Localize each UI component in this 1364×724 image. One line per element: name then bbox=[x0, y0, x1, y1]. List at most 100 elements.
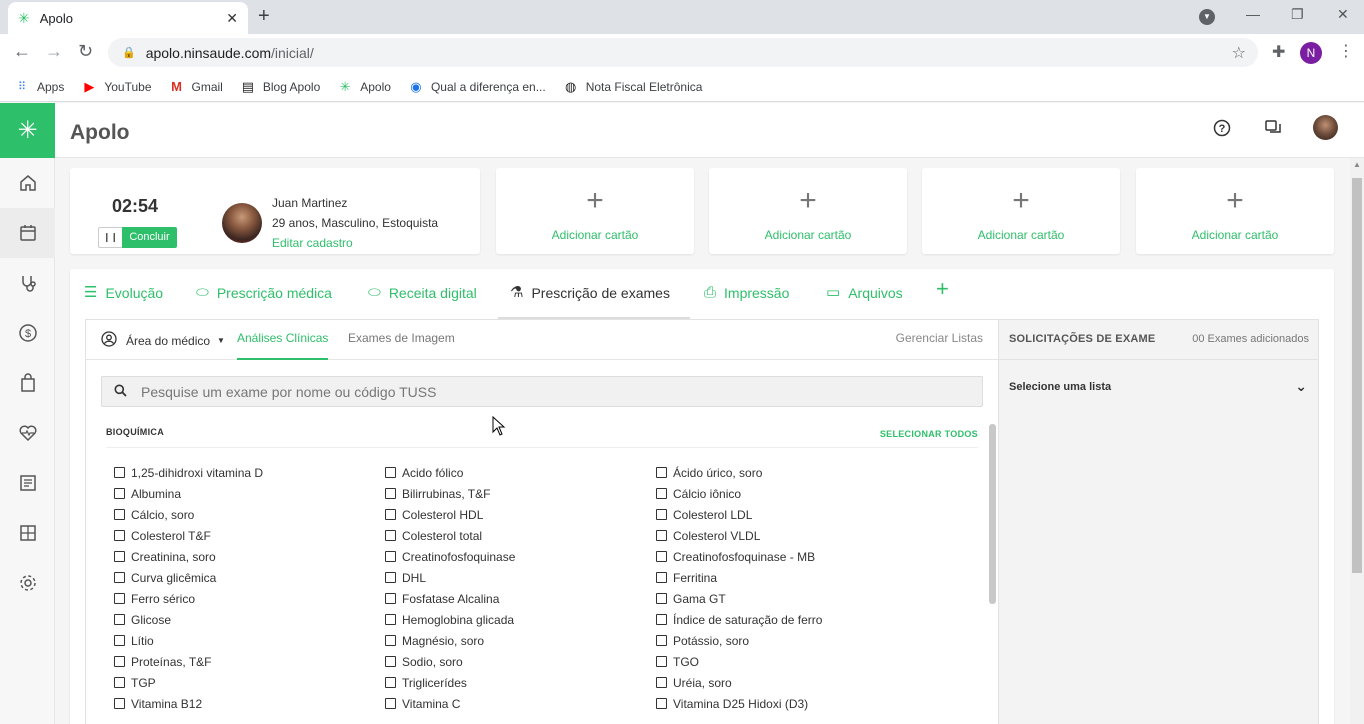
exam-checkbox-item[interactable]: Curva glicêmica bbox=[114, 567, 263, 588]
add-card-button[interactable]: + Adicionar cartão bbox=[1136, 168, 1334, 254]
checkbox[interactable] bbox=[385, 698, 396, 709]
checkbox[interactable] bbox=[114, 614, 125, 625]
exam-checkbox-item[interactable]: Triglicerídes bbox=[385, 672, 515, 693]
exam-list-scrollbar[interactable] bbox=[989, 424, 996, 604]
exam-checkbox-item[interactable]: Uréia, soro bbox=[656, 672, 822, 693]
tab-analises-clinicas[interactable]: Análises Clínicas bbox=[237, 331, 329, 360]
exam-checkbox-item[interactable]: Lítio bbox=[114, 630, 263, 651]
app-logo-icon[interactable]: ✳ bbox=[0, 103, 55, 158]
tab-evolucao[interactable]: ☰ Evolução bbox=[84, 284, 163, 319]
sidebar-item-settings[interactable] bbox=[0, 558, 55, 608]
exam-checkbox-item[interactable]: Fosfatase Alcalina bbox=[385, 588, 515, 609]
select-all-button[interactable]: SELECIONAR TODOS bbox=[880, 429, 978, 439]
tab-impressao[interactable]: ⎙ Impressão bbox=[704, 284, 789, 319]
checkbox[interactable] bbox=[656, 572, 667, 583]
exam-checkbox-item[interactable]: Proteínas, T&F bbox=[114, 651, 263, 672]
exam-checkbox-item[interactable]: Sodio, soro bbox=[385, 651, 515, 672]
sidebar-item-stock[interactable] bbox=[0, 358, 55, 408]
bookmark-star-icon[interactable]: ☆ bbox=[1232, 43, 1246, 63]
browser-menu-icon[interactable]: ⋮ bbox=[1338, 41, 1354, 61]
tab-exames-imagem[interactable]: Exames de Imagem bbox=[348, 331, 455, 360]
tab-prescricao-medica[interactable]: ⬭ Prescrição médica bbox=[196, 284, 332, 319]
exam-checkbox-item[interactable]: DHL bbox=[385, 567, 515, 588]
checkbox[interactable] bbox=[114, 677, 125, 688]
extensions-icon[interactable]: ✚ bbox=[1272, 42, 1285, 62]
exam-checkbox-item[interactable]: Hemoglobina glicada bbox=[385, 609, 515, 630]
bookmark-gmail[interactable]: M Gmail bbox=[169, 79, 223, 94]
tab-search-icon[interactable]: ▼ bbox=[1199, 9, 1215, 25]
bookmark-apolo[interactable]: ✳ Apolo bbox=[337, 79, 391, 95]
sidebar-item-agenda[interactable] bbox=[0, 208, 55, 258]
tab-arquivos[interactable]: ▭ Arquivos bbox=[826, 284, 903, 319]
checkbox[interactable] bbox=[385, 677, 396, 688]
bookmark-apps[interactable]: ⠿ Apps bbox=[14, 80, 64, 94]
checkbox[interactable] bbox=[385, 467, 396, 478]
checkbox[interactable] bbox=[656, 593, 667, 604]
exam-search-input[interactable] bbox=[141, 383, 961, 400]
bookmark-blog-apolo[interactable]: ▤ Blog Apolo bbox=[240, 79, 321, 95]
sidebar-item-dashboard[interactable] bbox=[0, 508, 55, 558]
back-icon[interactable]: ← bbox=[13, 41, 31, 62]
address-bar[interactable]: 🔒 apolo.ninsaude.com/inicial/ ☆ bbox=[108, 38, 1258, 67]
restore-icon[interactable]: ❐ bbox=[1291, 6, 1304, 23]
checkbox[interactable] bbox=[385, 614, 396, 625]
forward-icon[interactable]: → bbox=[45, 41, 63, 62]
exam-checkbox-item[interactable]: Creatinofosfoquinase bbox=[385, 546, 515, 567]
exam-checkbox-item[interactable]: Creatinina, soro bbox=[114, 546, 263, 567]
exam-checkbox-item[interactable]: Gama GT bbox=[656, 588, 822, 609]
tab-close-icon[interactable]: ✕ bbox=[226, 10, 238, 27]
exam-checkbox-item[interactable]: Cálcio, soro bbox=[114, 504, 263, 525]
area-select[interactable]: Área do médico ▼ bbox=[101, 331, 225, 350]
bookmark-nota-fiscal[interactable]: ◍ Nota Fiscal Eletrônica bbox=[563, 79, 702, 95]
add-tab-button[interactable]: + bbox=[936, 278, 957, 315]
sidebar-item-reports[interactable] bbox=[0, 458, 55, 508]
help-icon[interactable]: ? bbox=[1213, 119, 1231, 142]
add-card-button[interactable]: + Adicionar cartão bbox=[709, 168, 907, 254]
checkbox[interactable] bbox=[656, 677, 667, 688]
exam-checkbox-item[interactable]: Colesterol T&F bbox=[114, 525, 263, 546]
exam-checkbox-item[interactable]: Vitamina D25 Hidoxi (D3) bbox=[656, 693, 822, 714]
checkbox[interactable] bbox=[385, 572, 396, 583]
checkbox[interactable] bbox=[385, 635, 396, 646]
checkbox[interactable] bbox=[114, 635, 125, 646]
page-scrollbar[interactable]: ▲ bbox=[1350, 158, 1364, 724]
checkbox[interactable] bbox=[656, 635, 667, 646]
manage-lists-link[interactable]: Gerenciar Listas bbox=[896, 331, 983, 345]
exam-checkbox-item[interactable]: 1,25-dihidroxi vitamina D bbox=[114, 462, 263, 483]
close-window-icon[interactable]: ✕ bbox=[1337, 6, 1349, 23]
exam-checkbox-item[interactable]: Cálcio iônico bbox=[656, 483, 822, 504]
checkbox[interactable] bbox=[114, 698, 125, 709]
exam-checkbox-item[interactable]: Magnésio, soro bbox=[385, 630, 515, 651]
exam-checkbox-item[interactable]: Creatinofosfoquinase - MB bbox=[656, 546, 822, 567]
exam-checkbox-item[interactable]: Ferritina bbox=[656, 567, 822, 588]
sidebar-item-home[interactable] bbox=[0, 158, 55, 208]
exam-search[interactable] bbox=[101, 376, 983, 407]
checkbox[interactable] bbox=[114, 509, 125, 520]
checkbox[interactable] bbox=[656, 698, 667, 709]
chat-icon[interactable] bbox=[1264, 119, 1282, 142]
checkbox[interactable] bbox=[114, 656, 125, 667]
profile-avatar[interactable]: N bbox=[1300, 42, 1322, 64]
checkbox[interactable] bbox=[656, 530, 667, 541]
checkbox[interactable] bbox=[385, 551, 396, 562]
checkbox[interactable] bbox=[656, 551, 667, 562]
list-select-dropdown[interactable]: Selecione uma lista ⌄ bbox=[1009, 378, 1309, 394]
checkbox[interactable] bbox=[114, 467, 125, 478]
bookmark-qual-a-diferenca[interactable]: ◉ Qual a diferença en... bbox=[408, 79, 545, 95]
scrollbar-thumb[interactable] bbox=[1352, 178, 1362, 573]
checkbox[interactable] bbox=[114, 551, 125, 562]
exam-checkbox-item[interactable]: TGO bbox=[656, 651, 822, 672]
user-avatar[interactable] bbox=[1313, 115, 1338, 140]
sidebar-item-clinical[interactable] bbox=[0, 258, 55, 308]
checkbox[interactable] bbox=[656, 614, 667, 625]
checkbox[interactable] bbox=[385, 656, 396, 667]
tab-receita-digital[interactable]: ⬭ Receita digital bbox=[368, 284, 477, 319]
exam-checkbox-item[interactable]: Ácido úrico, soro bbox=[656, 462, 822, 483]
checkbox[interactable] bbox=[385, 509, 396, 520]
exam-checkbox-item[interactable]: Vitamina B12 bbox=[114, 693, 263, 714]
pause-button[interactable]: ❙❙ bbox=[98, 227, 122, 248]
exam-checkbox-item[interactable]: Bilirrubinas, T&F bbox=[385, 483, 515, 504]
exam-checkbox-item[interactable]: Vitamina C bbox=[385, 693, 515, 714]
exam-checkbox-item[interactable]: Índice de saturação de ferro bbox=[656, 609, 822, 630]
exam-checkbox-item[interactable]: Ferro sérico bbox=[114, 588, 263, 609]
